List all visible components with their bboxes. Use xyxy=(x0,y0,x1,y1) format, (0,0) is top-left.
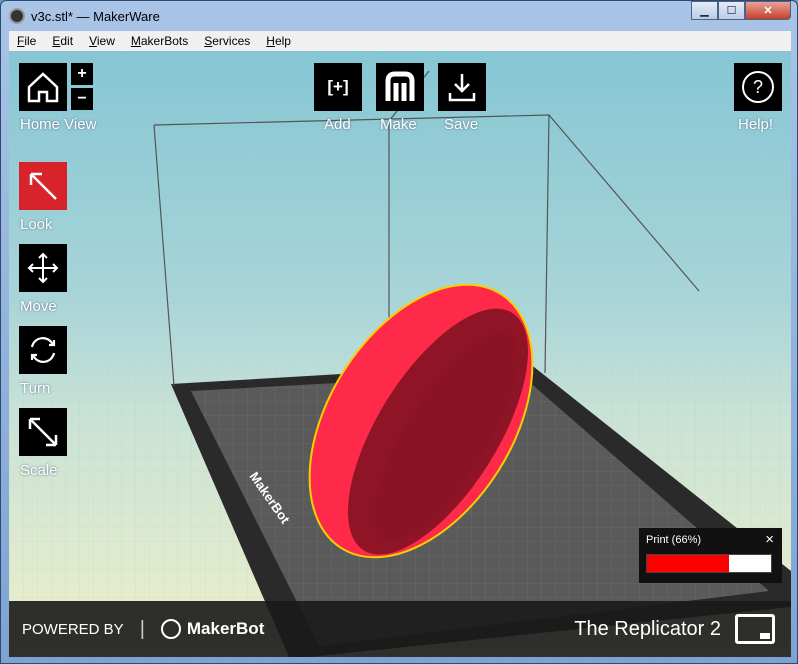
progress-close-button[interactable]: × xyxy=(765,531,774,548)
scale-icon xyxy=(28,417,58,447)
maximize-button[interactable]: ☐ xyxy=(718,1,745,20)
save-button[interactable] xyxy=(438,63,486,111)
home-icon xyxy=(27,72,59,103)
zoom-out-button[interactable]: − xyxy=(71,88,93,110)
menu-help[interactable]: Help xyxy=(258,34,299,48)
menu-services[interactable]: Services xyxy=(196,34,258,48)
menu-file[interactable]: File xyxy=(9,34,44,48)
scale-label: Scale xyxy=(20,462,58,479)
help-icon: ? xyxy=(742,71,774,103)
move-label: Move xyxy=(20,298,57,315)
save-label: Save xyxy=(444,116,479,133)
home-view-label: Home View xyxy=(20,116,97,133)
zoom-in-button[interactable]: + xyxy=(71,63,93,85)
menu-view[interactable]: View xyxy=(81,34,123,48)
make-button[interactable] xyxy=(376,63,424,111)
menu-bar: File Edit View MakerBots Services Help xyxy=(9,31,791,51)
move-icon xyxy=(27,252,59,284)
viewport-3d[interactable]: MakerBot + − Home View [+] Add Make Save… xyxy=(9,51,791,657)
menu-edit[interactable]: Edit xyxy=(44,34,81,48)
look-tool-button[interactable] xyxy=(19,162,67,210)
minimize-button[interactable]: ▁ xyxy=(691,1,718,20)
app-window: v3c.stl* — MakerWare ▁ ☐ ✕ File Edit Vie… xyxy=(0,0,798,664)
rotate-icon xyxy=(30,337,56,363)
print-progress-label: Print (66%) xyxy=(646,534,702,546)
makerbot-logo-icon xyxy=(160,619,181,639)
window-title: v3c.stl* — MakerWare xyxy=(31,8,160,24)
print-progress-fill xyxy=(647,555,729,572)
scale-tool-button[interactable] xyxy=(19,408,67,456)
make-label: Make xyxy=(380,116,417,133)
turn-tool-button[interactable] xyxy=(19,326,67,374)
add-label: Add xyxy=(324,116,351,133)
title-bar: v3c.stl* — MakerWare xyxy=(9,5,160,27)
app-icon xyxy=(9,8,25,24)
menu-makerbots[interactable]: MakerBots xyxy=(123,34,196,48)
move-tool-button[interactable] xyxy=(19,244,67,292)
close-button[interactable]: ✕ xyxy=(745,1,791,20)
printer-view-icon[interactable] xyxy=(735,614,775,644)
home-view-button[interactable] xyxy=(19,63,67,111)
powered-by-label: POWERED BY xyxy=(22,620,124,638)
turn-label: Turn xyxy=(20,380,51,397)
add-icon: [+] xyxy=(327,77,349,96)
look-arrow-icon xyxy=(29,172,57,200)
makerbot-m-icon xyxy=(385,71,415,101)
footer-bar: POWERED BY | MakerBot The Replicator 2 xyxy=(9,601,791,657)
look-label: Look xyxy=(20,216,53,233)
makerbot-brand: MakerBot xyxy=(186,619,265,638)
printer-name: The Replicator 2 xyxy=(574,617,721,640)
help-button[interactable]: ? xyxy=(734,63,782,111)
download-icon xyxy=(448,74,476,102)
help-label: Help! xyxy=(738,116,774,133)
print-progress-bar xyxy=(646,554,772,573)
add-button[interactable]: [+] xyxy=(314,63,362,111)
print-progress-panel: Print (66%) × xyxy=(639,528,782,583)
